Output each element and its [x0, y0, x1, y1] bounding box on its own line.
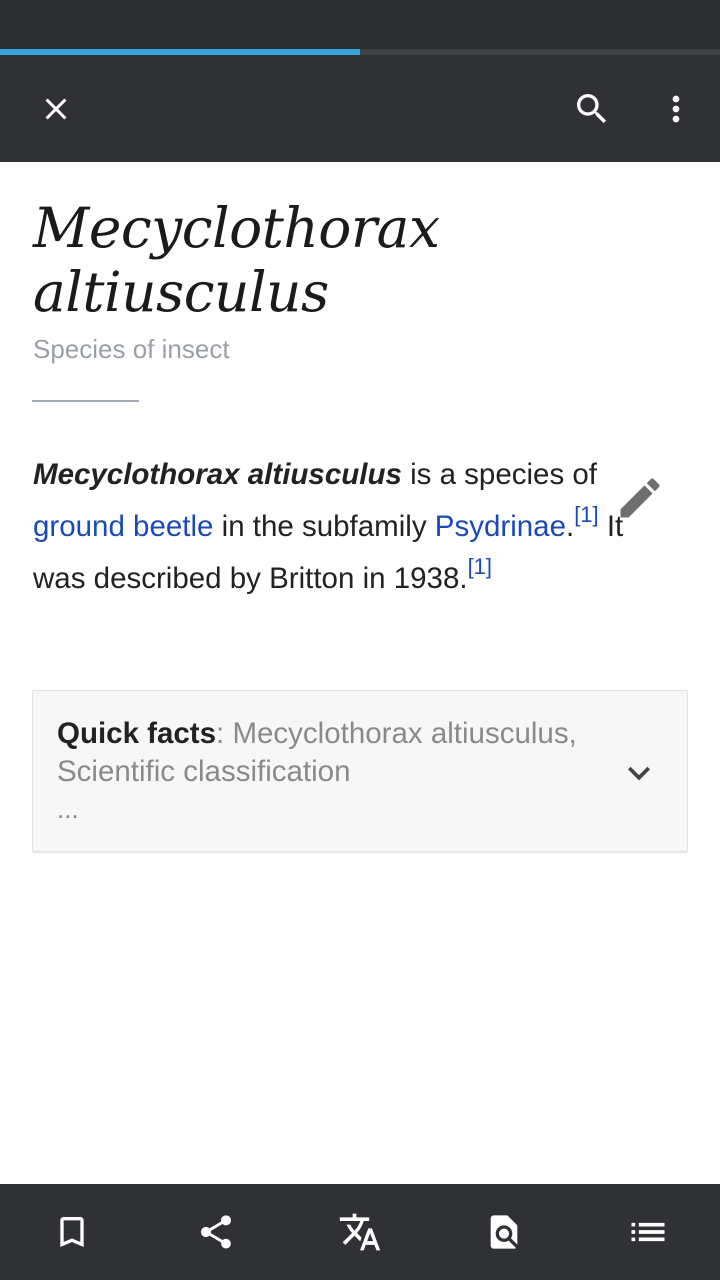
pencil-icon [620, 478, 660, 518]
quick-facts-expand[interactable] [617, 751, 661, 795]
intro-text-1: is a species of [401, 458, 597, 491]
quick-facts-separator: : [216, 717, 233, 750]
table-of-contents-button[interactable] [612, 1196, 684, 1268]
bottom-action-bar [0, 1184, 720, 1280]
search-icon [577, 94, 607, 124]
quick-facts-text: Quick facts: Mecyclothorax altiusculus, … [57, 715, 587, 827]
link-ground-beetle[interactable]: ground beetle [33, 510, 213, 543]
edit-section-button[interactable] [612, 470, 668, 526]
quick-facts-label: Quick facts [57, 717, 217, 750]
page-title: Mecyclothorax altiusculus [33, 196, 440, 324]
close-button[interactable] [20, 73, 92, 145]
intro-paragraph: Mecyclothorax altiusculus is a species o… [33, 449, 633, 605]
change-language-button[interactable] [324, 1196, 396, 1268]
chevron-down-icon [628, 766, 650, 781]
title-divider [32, 400, 139, 402]
table-of-contents-icon [631, 1222, 665, 1242]
overflow-menu-button[interactable] [640, 73, 712, 145]
intro-text-3: . [565, 510, 575, 543]
link-psydrinae[interactable]: Psydrinae [435, 510, 566, 543]
subject-name: Mecyclothorax altiusculus [33, 458, 402, 491]
find-in-page-button[interactable] [468, 1196, 540, 1268]
quick-facts-ellipsis: ... [57, 794, 79, 824]
reference-link-2[interactable]: [1] [468, 554, 492, 579]
share-button[interactable] [180, 1196, 252, 1268]
save-bookmark-button[interactable] [36, 1196, 108, 1268]
share-icon [200, 1215, 232, 1249]
bookmark-icon [60, 1217, 84, 1247]
quick-facts-box[interactable]: Quick facts: Mecyclothorax altiusculus, … [32, 690, 688, 852]
article-content: Mecyclothorax altiusculus Species of ins… [0, 162, 720, 1184]
intro-text-2: in the subfamily [213, 510, 435, 543]
translate-icon [339, 1213, 381, 1251]
status-bar [0, 0, 720, 50]
top-toolbar [0, 55, 720, 162]
close-icon [45, 98, 67, 120]
reference-link-1[interactable]: [1] [574, 502, 598, 527]
article-description: Species of insect [33, 334, 230, 364]
search-button[interactable] [556, 73, 628, 145]
find-in-page-icon [490, 1215, 518, 1249]
more-vertical-icon [672, 95, 680, 123]
